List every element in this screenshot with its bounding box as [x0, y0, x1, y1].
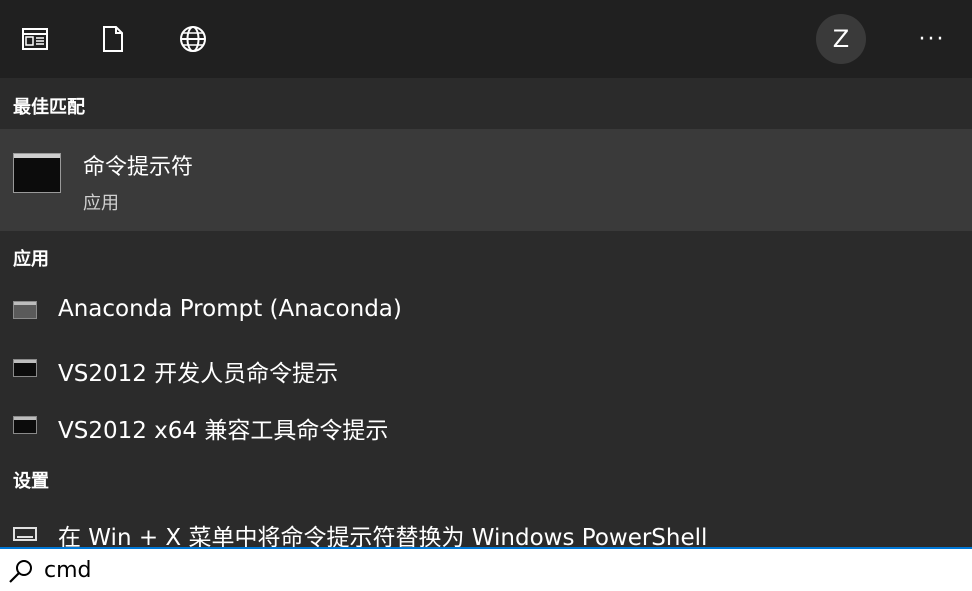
- list-item-label: Anaconda Prompt (Anaconda): [58, 296, 402, 322]
- search-results: 最佳匹配 命令提示符 应用 应用 Anaconda Prompt (Anacon…: [0, 78, 972, 547]
- list-item[interactable]: VS2012 开发人员命令提示: [0, 342, 972, 394]
- list-item-label: VS2012 x64 兼容工具命令提示: [58, 418, 389, 444]
- documents-icon[interactable]: [96, 22, 130, 56]
- web-icon[interactable]: [176, 22, 210, 56]
- apps-header: 应用: [13, 249, 49, 270]
- user-avatar[interactable]: Z: [816, 14, 866, 64]
- list-item-label: VS2012 开发人员命令提示: [58, 361, 339, 387]
- list-item-label: 在 Win + X 菜单中将命令提示符替换为 Windows PowerShel…: [58, 525, 708, 547]
- list-item[interactable]: Anaconda Prompt (Anaconda): [0, 284, 972, 336]
- search-input[interactable]: [44, 553, 944, 587]
- settings-header: 设置: [13, 471, 49, 492]
- best-match-header: 最佳匹配: [13, 97, 85, 118]
- best-match-item[interactable]: 命令提示符 应用: [0, 129, 972, 231]
- list-item[interactable]: VS2012 x64 兼容工具命令提示: [0, 399, 972, 451]
- command-prompt-icon: [13, 153, 61, 193]
- apps-icon[interactable]: [18, 22, 52, 56]
- anaconda-prompt-icon: [13, 301, 37, 319]
- more-icon: ···: [918, 26, 946, 52]
- terminal-icon: [13, 416, 37, 434]
- search-icon: [9, 560, 32, 583]
- laptop-icon: [13, 527, 37, 541]
- avatar-initial: Z: [832, 25, 850, 53]
- terminal-icon: [13, 359, 37, 377]
- best-match-subtitle: 应用: [83, 193, 119, 214]
- list-item[interactable]: 在 Win + X 菜单中将命令提示符替换为 Windows PowerShel…: [0, 506, 972, 547]
- more-options-button[interactable]: ···: [910, 22, 954, 56]
- top-bar: Z ···: [0, 0, 972, 78]
- best-match-title: 命令提示符: [83, 155, 194, 180]
- search-bar: [0, 547, 972, 591]
